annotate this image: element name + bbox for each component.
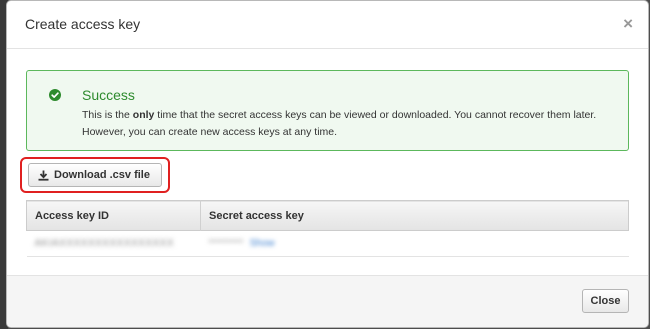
access-keys-table: Access key ID Secret access key AKIAXXXX… bbox=[26, 200, 629, 257]
secret-key-masked: ******** bbox=[208, 238, 244, 249]
alert-title: Success bbox=[82, 87, 135, 103]
show-secret-link[interactable]: Show bbox=[250, 238, 275, 249]
column-header-secret-access-key: Secret access key bbox=[209, 209, 304, 222]
success-alert: Success This is the only time that the s… bbox=[26, 70, 629, 151]
alert-message-part-1: This is the bbox=[82, 109, 133, 121]
download-csv-button[interactable]: Download .csv file bbox=[28, 163, 162, 187]
secret-key-cell: ******** Show bbox=[201, 231, 629, 257]
table-row: AKIAXXXXXXXXXXXXXXXX ******** Show bbox=[26, 231, 629, 257]
column-header-access-key-id: Access key ID bbox=[26, 200, 201, 231]
alert-message-emphasis: only bbox=[132, 109, 155, 121]
access-key-id-cell: AKIAXXXXXXXXXXXXXXXX bbox=[27, 231, 201, 257]
alert-message-part-2: time that the secret access keys can be … bbox=[82, 109, 597, 138]
dialog-title: Create access key bbox=[25, 16, 141, 32]
download-icon bbox=[38, 170, 49, 181]
alert-message: This is the only time that the secret ac… bbox=[82, 107, 612, 141]
dialog-header: Create access key × bbox=[7, 1, 648, 49]
download-button-label: Download .csv file bbox=[54, 169, 150, 181]
table-header-row: Access key ID Secret access key bbox=[26, 200, 629, 231]
check-circle-icon bbox=[49, 89, 61, 101]
dialog-footer: Close bbox=[7, 275, 648, 327]
access-key-id-value: AKIAXXXXXXXXXXXXXXXX bbox=[34, 238, 175, 249]
close-button[interactable]: Close bbox=[582, 289, 629, 313]
create-access-key-dialog: Create access key × Success This is the … bbox=[6, 0, 649, 328]
close-icon[interactable]: × bbox=[623, 15, 633, 32]
